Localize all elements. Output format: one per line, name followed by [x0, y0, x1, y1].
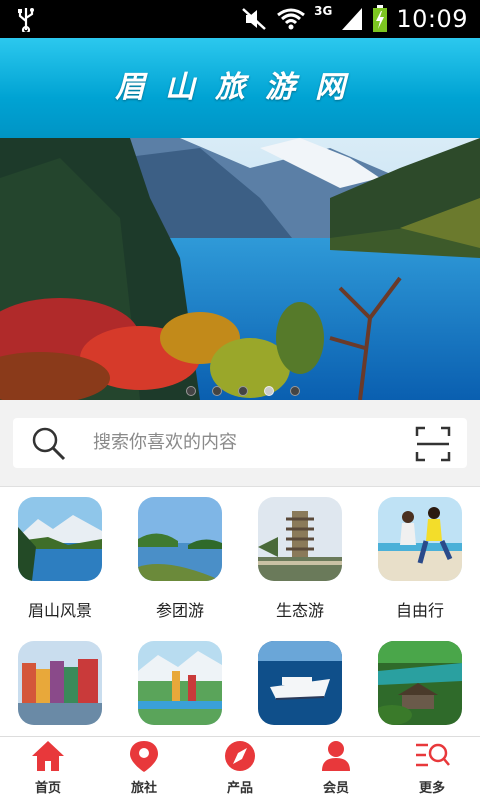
banner-image — [0, 138, 480, 400]
category-item-cruise[interactable] — [240, 641, 360, 725]
tab-label: 产品 — [226, 781, 253, 796]
carousel-dot[interactable] — [238, 386, 248, 396]
category-item-eco-tour[interactable]: 生态游 — [240, 497, 360, 621]
tab-products[interactable]: 产品 — [192, 737, 288, 801]
usb-icon — [18, 8, 34, 32]
category-item-scenery[interactable]: 眉山风景 — [0, 497, 120, 621]
wifi-icon — [277, 8, 306, 30]
banner-carousel[interactable] — [0, 138, 480, 400]
compass-icon — [225, 741, 255, 771]
tab-label: 更多 — [418, 781, 445, 796]
scan-icon[interactable] — [415, 426, 451, 462]
tab-member[interactable]: 会员 — [288, 737, 384, 801]
category-item-tourists[interactable] — [120, 641, 240, 725]
category-label: 参团游 — [155, 601, 204, 620]
colorful-town-photo — [18, 641, 102, 725]
carousel-dots — [186, 386, 300, 396]
search-placeholder: 搜索你喜欢的内容 — [93, 432, 237, 453]
tab-more[interactable]: 更多 — [384, 737, 480, 801]
green-village-photo — [378, 641, 462, 725]
search-icon — [32, 427, 66, 461]
tab-agency[interactable]: 旅社 — [96, 737, 192, 801]
lake-island-photo — [138, 497, 222, 581]
home-icon — [32, 741, 64, 771]
category-item-town[interactable] — [0, 641, 120, 725]
signal-icon — [342, 8, 363, 30]
menu-search-icon — [416, 743, 450, 767]
carousel-dot[interactable] — [290, 386, 300, 396]
page-title: 眉山旅游网 — [115, 70, 365, 105]
location-pin-icon — [130, 741, 158, 772]
tourists-photo — [138, 641, 222, 725]
category-item-free-travel[interactable]: 自由行 — [360, 497, 480, 621]
tab-label: 首页 — [34, 781, 61, 796]
mountain-lake-photo — [18, 497, 102, 581]
beach-couple-photo — [378, 497, 462, 581]
category-item-group-tour[interactable]: 参团游 — [120, 497, 240, 621]
pagoda-photo — [258, 497, 342, 581]
person-icon — [322, 741, 350, 771]
category-item-village[interactable] — [360, 641, 480, 725]
status-bar: 3G 10:09 — [0, 0, 480, 38]
category-label: 生态游 — [275, 601, 324, 620]
app-header: 眉山旅游网 — [0, 38, 480, 138]
carousel-dot[interactable] — [186, 386, 196, 396]
category-label: 眉山风景 — [27, 601, 92, 620]
clock: 10:09 — [396, 5, 468, 33]
search-input[interactable]: 搜索你喜欢的内容 — [13, 418, 467, 468]
battery-icon — [373, 5, 388, 32]
cruise-ship-photo — [258, 641, 342, 725]
category-grid: 眉山风景 参团游 生态游 自由行 — [0, 486, 480, 737]
mute-icon — [242, 8, 266, 30]
carousel-dot[interactable] — [212, 386, 222, 396]
tab-label: 旅社 — [130, 781, 157, 796]
tab-home[interactable]: 首页 — [0, 737, 96, 801]
carousel-dot-active[interactable] — [264, 386, 274, 396]
bottom-tab-bar: 首页 旅社 产品 会员 更多 — [0, 736, 480, 801]
network-type: 3G — [314, 4, 333, 18]
category-label: 自由行 — [395, 601, 444, 620]
search-section: 搜索你喜欢的内容 — [0, 400, 480, 486]
tab-label: 会员 — [322, 781, 349, 796]
